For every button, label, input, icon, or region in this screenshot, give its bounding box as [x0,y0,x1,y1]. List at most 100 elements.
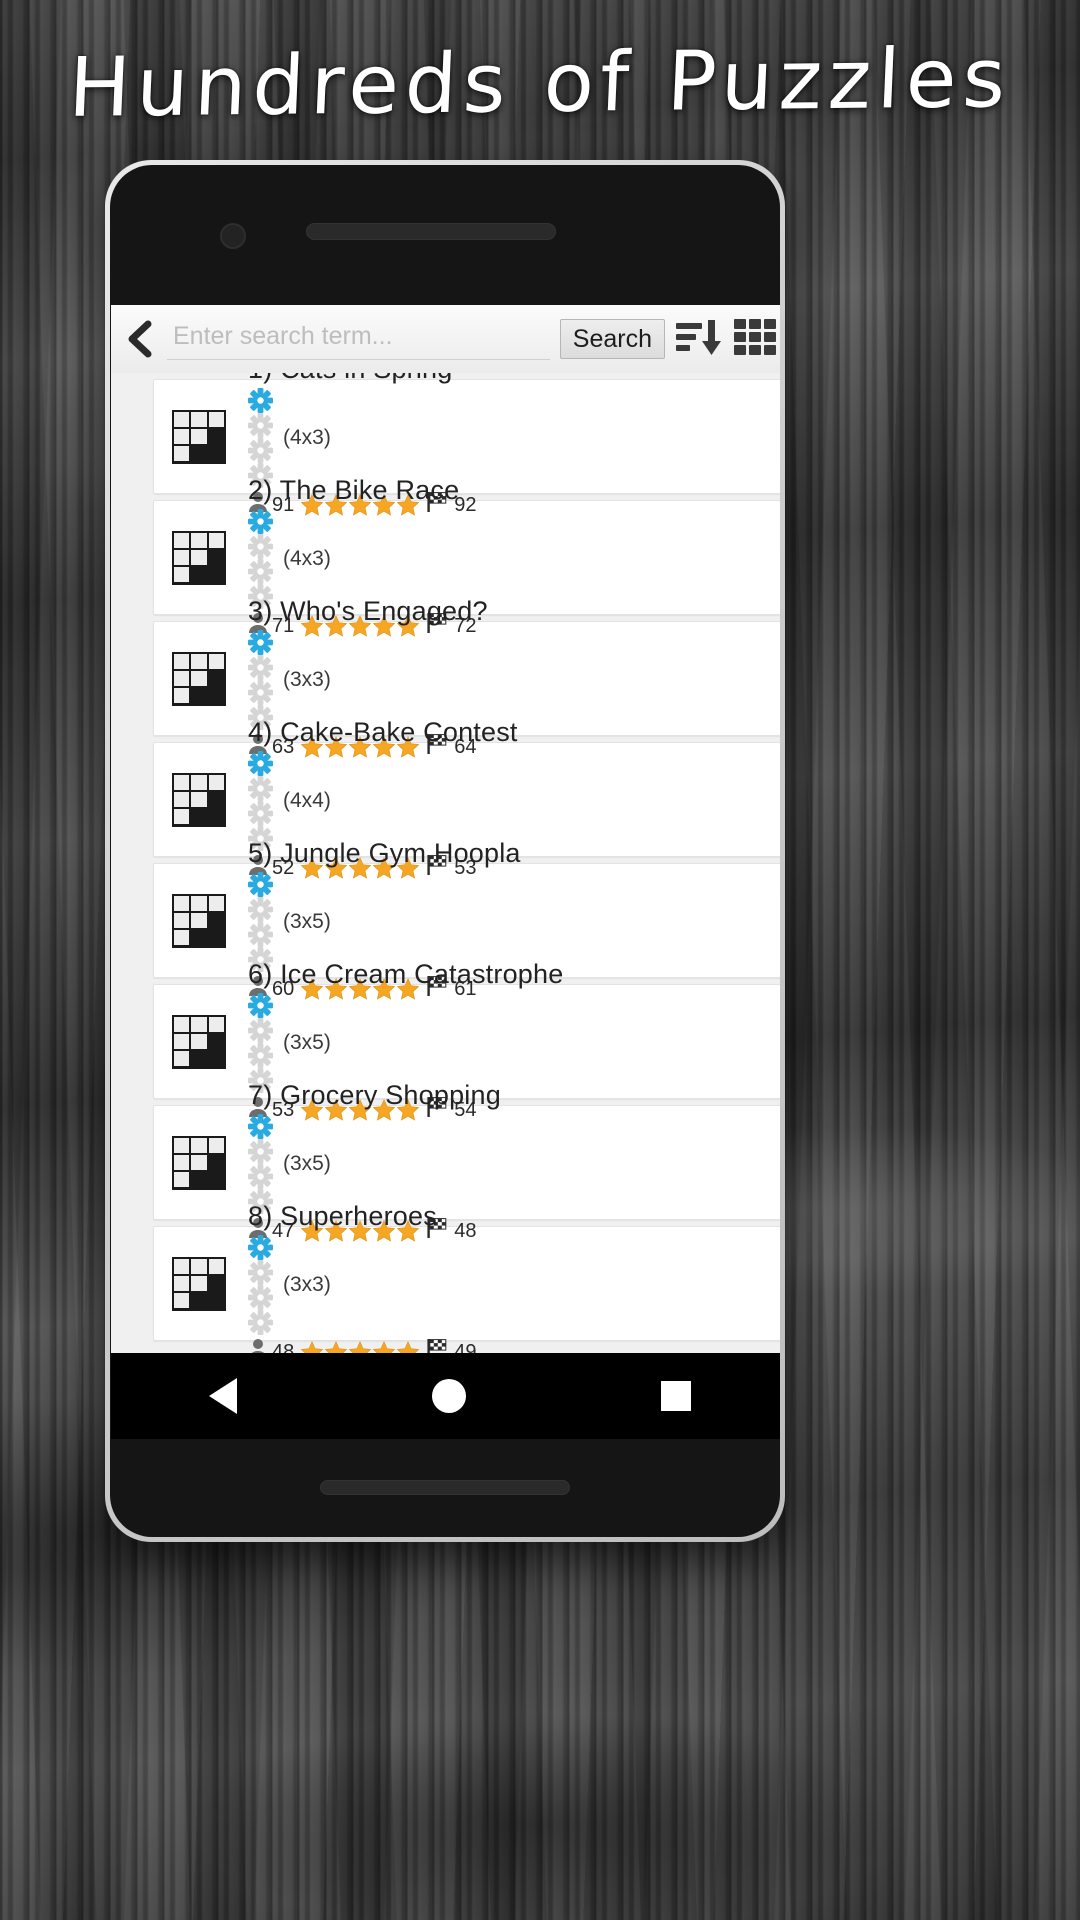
thumbnail-cell [208,446,224,462]
search-input[interactable] [167,318,550,360]
difficulty-rating: (3x5) [248,1114,780,1215]
gear-icon-group [248,751,273,852]
puzzle-thumbnail [172,772,226,827]
thumbnail-cell [208,567,224,583]
thumbnail-cell [174,895,190,911]
sort-descending-icon[interactable] [675,316,723,363]
difficulty-rating: (4x3) [248,388,780,489]
page-title: Hundreds of Puzzles [66,31,1014,136]
puzzle-thumbnail [172,530,226,585]
person-icon [248,1338,268,1353]
thumbnail-cell [174,446,190,462]
thumbnail-cell [174,1033,190,1050]
triangle-back-icon[interactable] [208,1378,237,1414]
thumbnail-cell [174,549,190,566]
thumbnail-cell [174,532,190,548]
front-camera-icon [220,223,246,249]
thumbnail-cell [191,895,207,911]
thumbnail-cell [208,688,224,704]
thumbnail-cell [191,567,207,583]
puzzle-size-label: (3x5) [283,1152,331,1176]
puzzle-thumbnail [172,409,226,464]
difficulty-rating: (4x3) [248,509,780,610]
thumbnail-cell [174,1154,190,1171]
thumbnail-cell [174,428,190,445]
difficulty-rating: (3x3) [248,1235,780,1336]
difficulty-rating: (3x5) [248,872,780,973]
grid-view-icon[interactable] [733,316,779,363]
puzzle-size-label: (3x3) [283,668,331,692]
puzzle-size-label: (4x4) [283,789,331,813]
puzzle-title: 8) Superheroes [248,1200,437,1231]
thumbnail-cell [208,1154,224,1171]
earpiece-speaker [306,223,556,240]
puzzle-stats: 48 49 [248,1338,780,1353]
thumbnail-cell [191,1051,207,1067]
thumbnail-cell [174,1293,190,1309]
thumbnail-cell [174,688,190,704]
gear-icon-group [248,872,273,973]
thumbnail-cell [191,1172,207,1188]
puzzle-size-label: (3x5) [283,1031,331,1055]
thumbnail-cell [191,1016,207,1032]
person-icon [251,1339,265,1353]
difficulty-rating: (3x3) [248,630,780,731]
thumbnail-cell [174,653,190,669]
difficulty-rating: (3x5) [248,993,780,1094]
thumbnail-cell [191,411,207,427]
puzzle-list[interactable]: 1) Cats in Spring (4x3) 91 92 [111,373,780,1353]
phone-mockup: Search [105,160,785,1542]
thumbnail-cell [174,670,190,687]
thumbnail-cell [191,1293,207,1309]
gear-icon-group [248,509,273,610]
thumbnail-cell [174,1275,190,1292]
square-recents-icon[interactable] [661,1381,692,1411]
thumbnail-cell [174,411,190,427]
puzzle-title: 5) Jungle Gym Hoopla [248,837,521,868]
thumbnail-cell [174,774,190,790]
search-button[interactable]: Search [559,319,665,359]
thumbnail-cell [191,791,207,808]
thumbnail-cell [191,774,207,790]
thumbnail-cell [208,1051,224,1067]
puzzle-size-label: (3x5) [283,910,331,934]
thumbnail-cell [208,1172,224,1188]
puzzle-list-item[interactable]: 8) Superheroes (3x3) 48 49 [153,1201,780,1353]
thumbnail-cell [191,1154,207,1171]
puzzle-thumbnail [172,893,226,948]
checkered-flag-icon [426,1338,450,1353]
puzzle-title: 3) Who's Engaged? [248,595,488,626]
thumbnail-cell [208,428,224,445]
thumbnail-cell [191,930,207,946]
checkered-flag-icon [427,1339,447,1353]
thumbnail-cell [208,930,224,946]
thumbnail-cell [208,549,224,566]
thumbnail-cell [174,1051,190,1067]
puzzle-title: 1) Cats in Spring [248,373,780,385]
puzzle-size-label: (4x3) [283,426,331,450]
thumbnail-cell [208,1258,224,1274]
puzzle-size-label: (4x3) [283,547,331,571]
chevron-left-icon[interactable] [123,319,157,359]
thumbnail-cell [191,809,207,825]
puzzle-thumbnail [172,1135,226,1190]
thumbnail-cell [174,791,190,808]
thumbnail-cell [191,912,207,929]
thumbnail-cell [208,791,224,808]
puzzle-title: 7) Grocery Shopping [248,1079,501,1110]
android-navigation-bar [111,1353,780,1439]
puzzle-thumbnail [172,1256,226,1311]
thumbnail-cell [191,1033,207,1050]
thumbnail-cell [208,1033,224,1050]
gear-icon-group [248,993,273,1094]
circle-home-icon[interactable] [431,1379,466,1413]
thumbnail-cell [208,653,224,669]
gear-icon-group [248,388,273,489]
thumbnail-cell [191,1137,207,1153]
gear-icon-group [248,1114,273,1215]
phone-top-hardware [110,165,780,305]
puzzle-title: 2) The Bike Race [248,474,460,505]
thumbnail-cell [208,1016,224,1032]
thumbnail-cell [191,446,207,462]
puzzle-thumbnail [172,1014,226,1069]
